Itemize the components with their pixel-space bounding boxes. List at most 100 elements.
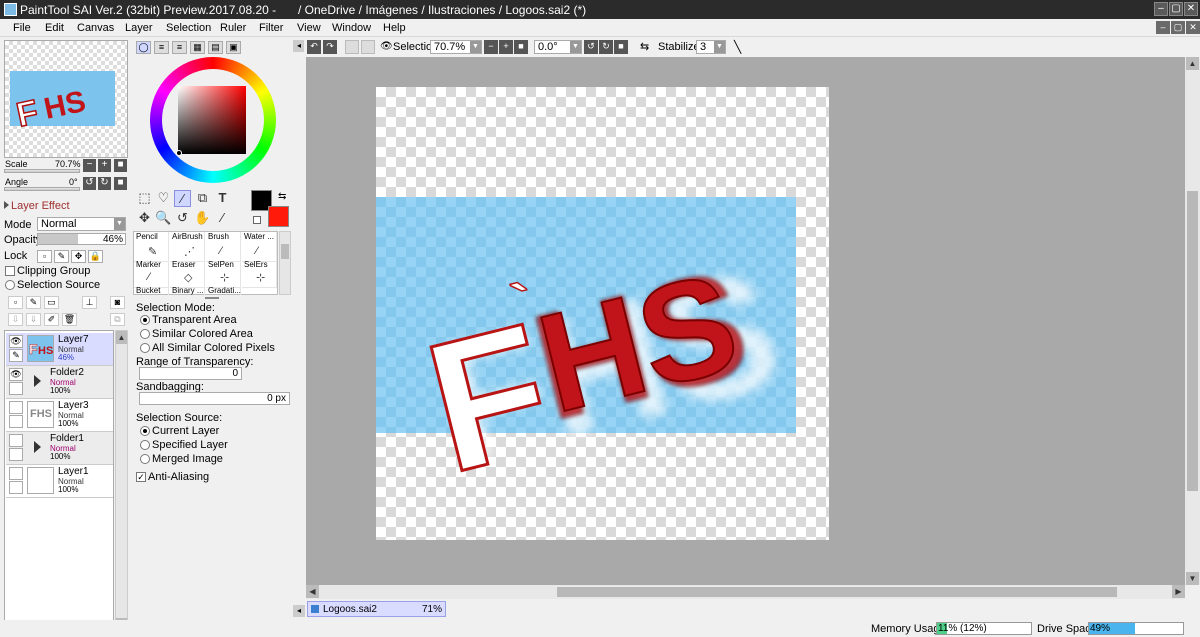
brush-airbrush[interactable]: AirBrush ⋰ [170,232,205,262]
shape-icon[interactable]: ⧉ [194,190,211,207]
folder-expand-icon[interactable] [34,441,41,453]
zoom-in-button[interactable]: + [98,159,111,172]
menu-selection[interactable]: Selection [166,22,211,34]
anti-aliasing-checkbox[interactable]: ✓ [136,472,146,482]
toolbar-zoom-reset-button[interactable]: ■ [514,40,528,54]
source-merged-radio[interactable] [140,454,150,464]
doc-restore-button[interactable]: ▢ [1171,21,1185,34]
panel-resize-handle[interactable] [205,297,219,299]
straight-line-icon[interactable]: ╲ [734,40,741,54]
new-linework-icon[interactable]: ✎ [26,296,41,309]
rgb-slider-mode-icon[interactable]: ≡ [154,41,169,54]
brush-pencil[interactable]: Pencil ✎ [134,232,169,262]
scratchpad-mode-icon[interactable]: ▤ [208,41,223,54]
clear-layer-icon[interactable]: ✐ [44,313,59,326]
scroll-up-icon[interactable]: ▲ [116,331,127,344]
visibility-toggle[interactable] [9,434,23,447]
menu-ruler[interactable]: Ruler [220,22,246,34]
hand-icon[interactable]: ✋ [194,210,211,227]
menu-layer[interactable]: Layer [125,22,153,34]
transfer-down-icon[interactable]: ⊥ [82,296,97,309]
color-wheel-mode-icon[interactable]: ◯ [136,41,151,54]
scroll-left-icon[interactable]: ◀ [306,585,319,598]
document-canvas[interactable]: FHS HS HS F ` [376,87,829,540]
mode-similar-radio[interactable] [140,329,150,339]
new-folder-icon[interactable]: ▭ [44,296,59,309]
toolbar-rotate-right-button[interactable]: ↻ [599,40,613,54]
paint-pen-icon[interactable]: ✎ [9,349,23,362]
layer-row[interactable]: FHS Layer3 Normal 100% [6,399,113,432]
range-input[interactable]: 0 [139,367,242,380]
layer-row[interactable]: 👁 ✎ F HS Layer7 Normal 46% [6,333,113,366]
blend-mode-select[interactable]: Normal ▼ [37,217,126,231]
menu-window[interactable]: Window [332,22,371,34]
redo-icon[interactable]: ↷ [323,40,337,54]
stabilizer-select[interactable]: 3 ▼ [696,40,726,54]
brush-grid-scrollbar[interactable] [279,231,291,295]
lasso-icon[interactable]: ♡ [155,190,172,207]
toolbar-zoom-out-button[interactable]: − [484,40,498,54]
zoom-reset-button[interactable]: ■ [114,159,127,172]
subtool-slot[interactable] [9,448,23,461]
subtool-slot[interactable] [9,415,23,428]
expand-arrow-icon[interactable] [4,201,9,209]
navigator-preview[interactable]: F HS [4,40,128,158]
brush-selpen[interactable]: SelPen ⊹ [206,260,241,288]
toolbar-rotate-left-button[interactable]: ↺ [584,40,598,54]
scroll-right-icon[interactable]: ▶ [1172,585,1185,598]
panel-expand-icon[interactable]: ◂ [293,605,305,617]
rotate-right-button[interactable]: ↻ [98,177,111,190]
scale-slider[interactable] [4,169,80,173]
color-palette-mode-icon[interactable]: ▦ [190,41,205,54]
rotate-icon[interactable]: ↺ [174,210,191,227]
folder-row[interactable]: 👁 Folder2 Normal 100% [6,366,113,399]
visibility-eye-icon[interactable]: 👁 [9,335,23,348]
menu-edit[interactable]: Edit [45,22,64,34]
zoom-out-button[interactable]: − [83,159,96,172]
sandbagging-input[interactable]: 0 px [139,392,290,405]
deselect-icon[interactable] [345,40,359,54]
transparent-color-icon[interactable] [253,216,261,224]
lock-paint-icon[interactable]: ✎ [54,250,69,263]
vertical-scroll-thumb[interactable] [1187,191,1198,491]
opacity-slider[interactable]: 46% [37,233,126,245]
lock-all-icon[interactable]: 🔒 [88,250,103,263]
source-current-radio[interactable] [140,426,150,436]
mode-transparent-radio[interactable] [140,315,150,325]
brush-gradation[interactable]: Gradati... [206,286,241,295]
brush-bucket[interactable]: Bucket [134,286,169,295]
copy-layer-icon[interactable]: ⇩ [8,313,23,326]
visibility-toggle[interactable] [9,467,23,480]
mode-all-similar-radio[interactable] [140,343,150,353]
menu-filter[interactable]: Filter [259,22,283,34]
visibility-toggle[interactable] [9,401,23,414]
folder-row[interactable]: Folder1 Normal 100% [6,432,113,465]
scroll-down-icon[interactable]: ▼ [1186,572,1199,585]
duplicate-layer-icon[interactable]: ⧉ [110,313,125,326]
selection-visibility-eye-icon[interactable]: 👁 [380,41,393,52]
doc-close-button[interactable]: ✕ [1186,21,1200,34]
color-picker-handle[interactable] [176,150,182,156]
minimize-button[interactable]: – [1154,2,1168,16]
close-button[interactable]: ✕ [1184,2,1198,16]
angle-slider[interactable] [4,187,80,191]
brush-selers[interactable]: SelErs ⊹ [242,260,277,288]
toolbar-rotate-reset-button[interactable]: ■ [614,40,628,54]
menu-canvas[interactable]: Canvas [77,22,114,34]
brush-brush[interactable]: Brush ⁄ [206,232,241,262]
horizontal-scroll-thumb[interactable] [557,587,1117,597]
rotate-left-button[interactable]: ↺ [83,177,96,190]
menu-file[interactable]: File [13,22,31,34]
merge-layer-icon[interactable]: ⇓ [26,313,41,326]
brush-marker[interactable]: Marker ⁄ [134,260,169,288]
swatches-mode-icon[interactable]: ▣ [226,41,241,54]
move-icon[interactable]: ✥ [136,210,153,227]
new-layer-icon[interactable]: ▫ [8,296,23,309]
text-tool-icon[interactable]: T [214,190,231,207]
brush-water[interactable]: Water ... ⁄ [242,232,277,262]
clipping-group-checkbox[interactable] [5,266,15,276]
scroll-thumb[interactable] [281,244,289,259]
brush-eraser[interactable]: Eraser ◇ [170,260,205,288]
flip-horizontal-icon[interactable]: ⇆ [640,40,649,53]
subtool-slot[interactable] [9,382,23,395]
